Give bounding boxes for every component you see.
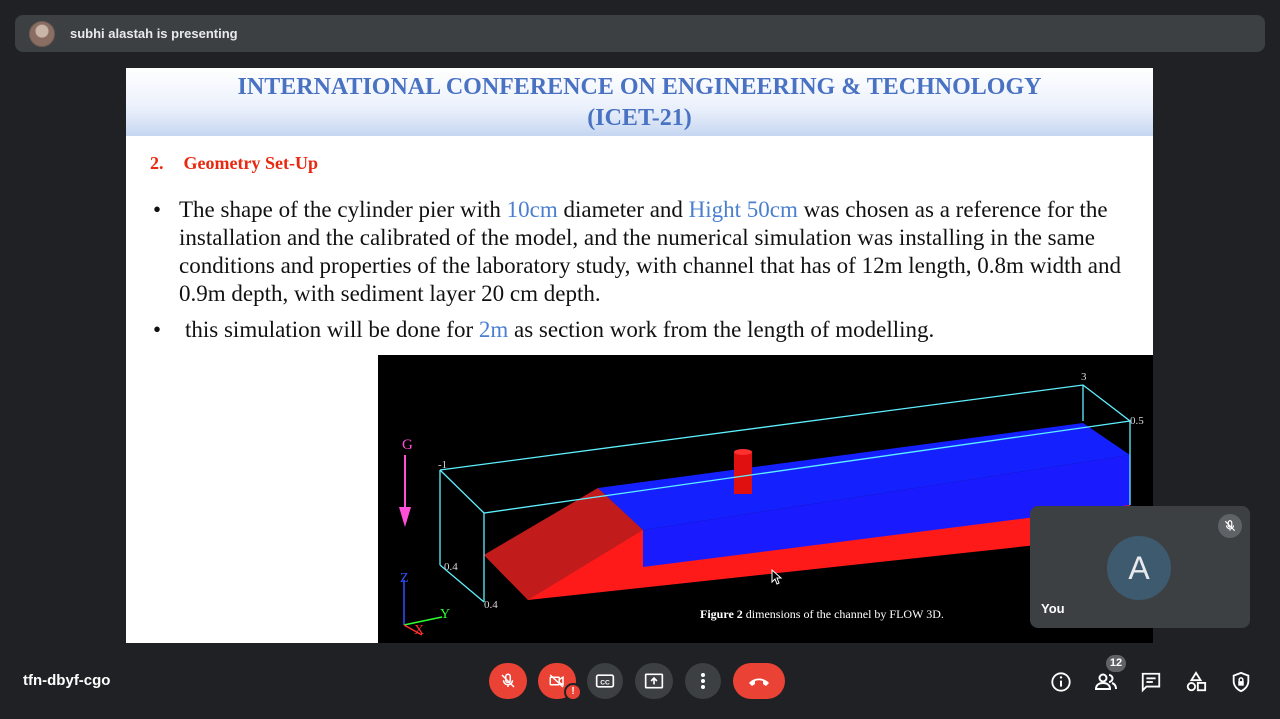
people-button[interactable] (1094, 670, 1118, 694)
axis-label-x: X (414, 623, 425, 638)
bullet-2: • this simulation will be done for 2m as… (153, 316, 1143, 344)
mic-off-icon (501, 673, 515, 688)
highlight-text: Hight 50cm (688, 197, 798, 222)
bullet-1-text: The shape of the cylinder pier with 10cm… (179, 196, 1143, 308)
camera-toggle-button[interactable]: ! (538, 663, 582, 701)
caption-label: Figure 2 (700, 607, 743, 621)
self-video-tile[interactable]: A You (1030, 506, 1250, 628)
section-heading: 2. Geometry Set-Up (150, 153, 318, 174)
axis-label-g: G (402, 437, 413, 453)
caption-text: dimensions of the channel by FLOW 3D. (742, 607, 944, 621)
bullet-marker: • (153, 197, 162, 222)
text-run: diameter and (557, 197, 689, 222)
gravity-arrow-head (399, 507, 411, 527)
tick-label: -1 (438, 459, 448, 471)
axis-label-y: Y (440, 607, 451, 622)
axis-label-z: Z (400, 571, 409, 586)
leave-call-button[interactable] (733, 663, 785, 699)
figure-caption: Figure 2 dimensions of the channel by FL… (700, 607, 944, 622)
text-run: this simulation will be done for (185, 317, 479, 342)
more-options-button[interactable] (685, 663, 721, 699)
host-controls-button[interactable] (1229, 670, 1253, 694)
mic-muted-icon (1218, 514, 1242, 538)
slide-header: INTERNATIONAL CONFERENCE ON ENGINEERING … (126, 68, 1153, 136)
presenting-banner: subhi alastah is presenting (15, 15, 1265, 52)
chat-button[interactable] (1139, 670, 1163, 694)
tick-label: 3 (1081, 371, 1087, 383)
text-run: The shape of the cylinder pier with (179, 197, 507, 222)
activities-icon (1186, 671, 1207, 692)
svg-text:CC: CC (600, 679, 610, 686)
text-run: as section work from the length of model… (508, 317, 935, 342)
slide-subtitle: (ICET-21) (587, 105, 692, 131)
shield-lock-icon (1232, 671, 1250, 693)
present-now-button[interactable] (635, 663, 673, 699)
presenter-label: subhi alastah is presenting (70, 26, 238, 41)
mic-toggle-button[interactable] (489, 663, 527, 699)
mouse-cursor-icon (771, 569, 783, 585)
tick-label: 0.5 (1130, 415, 1144, 427)
people-icon (1094, 673, 1117, 690)
bullet-marker: • (153, 317, 162, 342)
activities-button[interactable] (1184, 670, 1208, 694)
section-number: 2. (150, 153, 164, 173)
meeting-details-button[interactable] (1049, 670, 1073, 694)
info-icon (1051, 672, 1071, 692)
pier-top (734, 449, 752, 455)
shared-slide: INTERNATIONAL CONFERENCE ON ENGINEERING … (126, 68, 1153, 643)
hang-up-icon (749, 678, 769, 686)
meeting-code: tfn-dbyf-cgo (23, 672, 111, 689)
chat-icon (1141, 672, 1161, 693)
tick-label: 0.4 (444, 561, 458, 573)
section-title: Geometry Set-Up (183, 153, 318, 173)
captions-button[interactable]: CC (587, 663, 623, 699)
cylinder-pier (734, 452, 752, 494)
tick-label: 0.4 (484, 599, 498, 611)
closed-captions-icon: CC (595, 674, 615, 688)
more-vert-icon (701, 673, 705, 689)
self-name: You (1041, 601, 1065, 616)
bullet-2-text: this simulation will be done for 2m as s… (185, 316, 1143, 344)
self-avatar: A (1107, 536, 1171, 600)
participant-count-badge: 12 (1106, 655, 1126, 672)
highlight-text: 2m (478, 317, 509, 342)
bullet-1: • The shape of the cylinder pier with 10… (153, 196, 1143, 308)
present-screen-icon (644, 673, 664, 689)
highlight-text: 10cm (506, 197, 558, 222)
camera-warning-icon: ! (564, 683, 582, 701)
presenter-avatar (29, 20, 55, 47)
slide-title: INTERNATIONAL CONFERENCE ON ENGINEERING … (237, 74, 1042, 100)
